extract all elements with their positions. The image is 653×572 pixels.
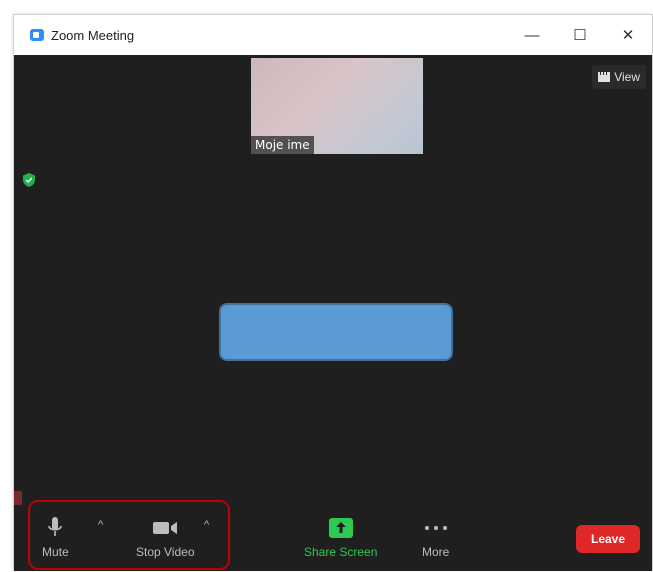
close-button[interactable]: ✕ bbox=[604, 15, 652, 55]
view-button[interactable]: View bbox=[592, 65, 646, 89]
share-screen-button[interactable]: Share Screen bbox=[304, 515, 377, 559]
title-bar: Zoom Meeting — ☐ ✕ bbox=[14, 15, 652, 55]
zoom-logo-icon bbox=[30, 29, 44, 41]
view-label: View bbox=[614, 70, 640, 84]
grid-view-icon bbox=[598, 72, 611, 82]
audio-video-highlight-box bbox=[28, 500, 230, 570]
self-video-thumbnail[interactable]: Moje ime bbox=[251, 58, 423, 154]
share-screen-label: Share Screen bbox=[304, 545, 378, 559]
corner-indicator bbox=[14, 491, 22, 505]
more-label: More bbox=[422, 545, 450, 559]
leave-button[interactable]: Leave bbox=[576, 525, 640, 553]
more-button[interactable]: More bbox=[422, 515, 449, 559]
maximize-button[interactable]: ☐ bbox=[556, 15, 604, 55]
minimize-button[interactable]: — bbox=[508, 15, 556, 55]
zoom-window: Zoom Meeting — ☐ ✕ Moje ime View Mute ^ … bbox=[13, 14, 653, 571]
redacted-area bbox=[219, 303, 453, 361]
security-shield-icon[interactable] bbox=[23, 173, 35, 187]
more-options-icon bbox=[424, 526, 447, 530]
meeting-stage: Moje ime View Mute ^ Stop Video ^ Share … bbox=[14, 55, 652, 571]
participant-name: Moje ime bbox=[251, 136, 314, 154]
share-screen-icon bbox=[328, 518, 353, 538]
window-title: Zoom Meeting bbox=[51, 27, 135, 43]
window-controls: — ☐ ✕ bbox=[508, 15, 652, 55]
